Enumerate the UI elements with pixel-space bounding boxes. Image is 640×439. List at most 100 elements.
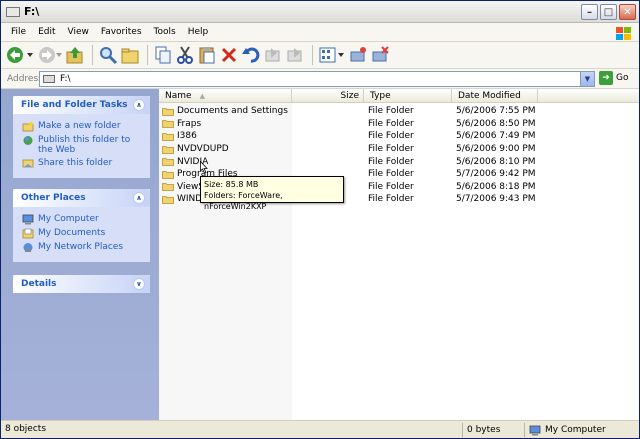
drive-icon (6, 6, 20, 17)
file-date: 5/7/2006 9:43 PM (456, 194, 536, 205)
folder-icon (162, 133, 174, 141)
folder-icon (162, 158, 174, 167)
file-type: File Folder (368, 144, 414, 155)
table-row[interactable]: NVIDIA File Folder 5/6/2006 8:10 PM (159, 155, 639, 168)
collapse-chevron-icon[interactable]: ∧ (133, 192, 145, 204)
folder-info-tooltip: Size: 85.8 MB Folders: ForceWare, nForce… (200, 176, 344, 211)
cut-icon[interactable] (175, 44, 195, 66)
table-row[interactable]: NVDVDUPD File Folder 5/6/2006 9:00 PM (159, 143, 639, 156)
my-documents-link[interactable]: My Documents (22, 228, 144, 239)
menu-edit[interactable]: Edit (32, 27, 61, 37)
publish-web-icon (23, 136, 33, 145)
menu-tools[interactable]: Tools (148, 27, 182, 37)
share-folder-icon (22, 159, 34, 168)
table-row[interactable]: Fraps File Folder 5/6/2006 8:50 PM (159, 118, 639, 131)
folders-icon[interactable] (120, 44, 140, 66)
file-name: NVDVDUPD (177, 144, 229, 155)
map-drive-icon[interactable] (348, 44, 368, 66)
title-bar[interactable]: F:\ – □ ✕ (1, 1, 639, 23)
task-pane: File and Folder Tasks ∧ Make a new folde… (1, 89, 159, 420)
folder-icon (162, 183, 174, 192)
address-input[interactable]: F:\ ▼ (39, 71, 595, 87)
status-bar: 8 objects 0 bytes My Computer (1, 420, 639, 438)
file-type: File Folder (368, 181, 414, 192)
tooltip-size: Size: 85.8 MB (204, 180, 259, 189)
maximize-button[interactable]: □ (600, 4, 617, 20)
menu-file[interactable]: File (5, 27, 32, 37)
status-size: 0 bytes (467, 425, 501, 435)
tooltip-folders: Folders: ForceWare, nForceWin2KXP (204, 191, 283, 211)
file-type: File Folder (368, 118, 414, 129)
paste-icon[interactable] (197, 44, 217, 66)
file-date: 5/6/2006 7:49 PM (456, 131, 536, 142)
address-value: F:\ (60, 74, 71, 84)
disconnect-drive-icon[interactable] (370, 44, 390, 66)
toolbar-separator (92, 45, 93, 65)
address-bar: Address F:\ ▼ ➜ Go (1, 69, 639, 89)
up-folder-icon[interactable] (65, 44, 85, 66)
table-row[interactable]: Documents and Settings File Folder 5/6/2… (159, 105, 639, 118)
details-header[interactable]: Details ∨ (13, 275, 150, 293)
file-type: File Folder (368, 106, 414, 117)
status-location-section: My Computer (524, 423, 636, 437)
copy-icon[interactable] (153, 44, 173, 66)
address-dropdown-button[interactable]: ▼ (580, 72, 594, 86)
folder-icon (162, 145, 174, 154)
go-arrow-icon: ➜ (599, 71, 613, 85)
computer-icon (529, 425, 541, 435)
new-folder-icon (22, 122, 34, 132)
menu-view[interactable]: View (62, 27, 95, 37)
status-size-section: 0 bytes (462, 423, 530, 437)
toolbar-separator (147, 45, 148, 65)
file-name: Documents and Settings (177, 106, 288, 117)
menu-help[interactable]: Help (182, 27, 215, 37)
close-button[interactable]: ✕ (619, 4, 636, 20)
table-row[interactable]: I386 File Folder 5/6/2006 7:49 PM (159, 130, 639, 143)
my-network-places-link[interactable]: My Network Places (22, 242, 144, 253)
file-date: 5/6/2006 8:18 PM (456, 181, 536, 192)
other-places-panel: Other Places ∧ My Computer My Documents … (13, 189, 150, 262)
my-computer-link[interactable]: My Computer (22, 214, 144, 225)
folder-icon (162, 107, 174, 116)
status-object-count: 8 objects (5, 424, 47, 434)
file-name: Fraps (177, 118, 202, 129)
column-header-size[interactable]: Size (292, 89, 364, 103)
folder-icon (162, 120, 174, 129)
column-header-name[interactable]: Name ▲ (159, 89, 292, 103)
collapse-chevron-icon[interactable]: ∧ (133, 99, 145, 111)
make-new-folder-link[interactable]: Make a new folder (22, 121, 144, 132)
other-places-header[interactable]: Other Places ∧ (13, 189, 150, 207)
share-folder-link[interactable]: Share this folder (22, 158, 144, 169)
column-header-date-modified[interactable]: Date Modified (452, 89, 538, 103)
views-icon[interactable] (318, 44, 346, 66)
mouse-cursor-icon (200, 161, 208, 174)
file-folder-tasks-panel: File and Folder Tasks ∧ Make a new folde… (13, 96, 150, 178)
drive-icon (43, 75, 55, 83)
publish-folder-link[interactable]: Publish this folder to the Web (22, 135, 144, 155)
documents-icon (22, 228, 34, 239)
folder-icon (162, 170, 174, 179)
forward-arrow-icon[interactable] (37, 44, 63, 66)
windows-logo-icon (610, 24, 636, 41)
column-header-type[interactable]: Type (364, 89, 452, 103)
minimize-button[interactable]: – (581, 4, 598, 20)
panel-title: File and Folder Tasks (21, 100, 128, 110)
go-button[interactable]: ➜ Go (599, 71, 628, 85)
delete-icon[interactable] (219, 44, 239, 66)
back-arrow-icon[interactable] (5, 44, 35, 66)
expand-chevron-icon[interactable]: ∨ (133, 278, 145, 290)
toolbar-separator (312, 45, 313, 65)
column-headers: Name ▲ Size Type Date Modified (159, 89, 639, 103)
window-title: F:\ (24, 5, 40, 18)
file-type: File Folder (368, 131, 414, 142)
file-folder-tasks-header[interactable]: File and Folder Tasks ∧ (13, 96, 150, 114)
network-icon (23, 243, 33, 252)
undo-icon[interactable] (241, 44, 261, 66)
menu-favorites[interactable]: Favorites (95, 27, 148, 37)
move-to-icon[interactable] (263, 44, 283, 66)
sort-ascending-icon: ▲ (199, 92, 205, 100)
copy-to-icon[interactable] (285, 44, 305, 66)
go-label: Go (616, 73, 629, 83)
search-icon[interactable] (98, 44, 118, 66)
computer-icon (22, 214, 34, 225)
